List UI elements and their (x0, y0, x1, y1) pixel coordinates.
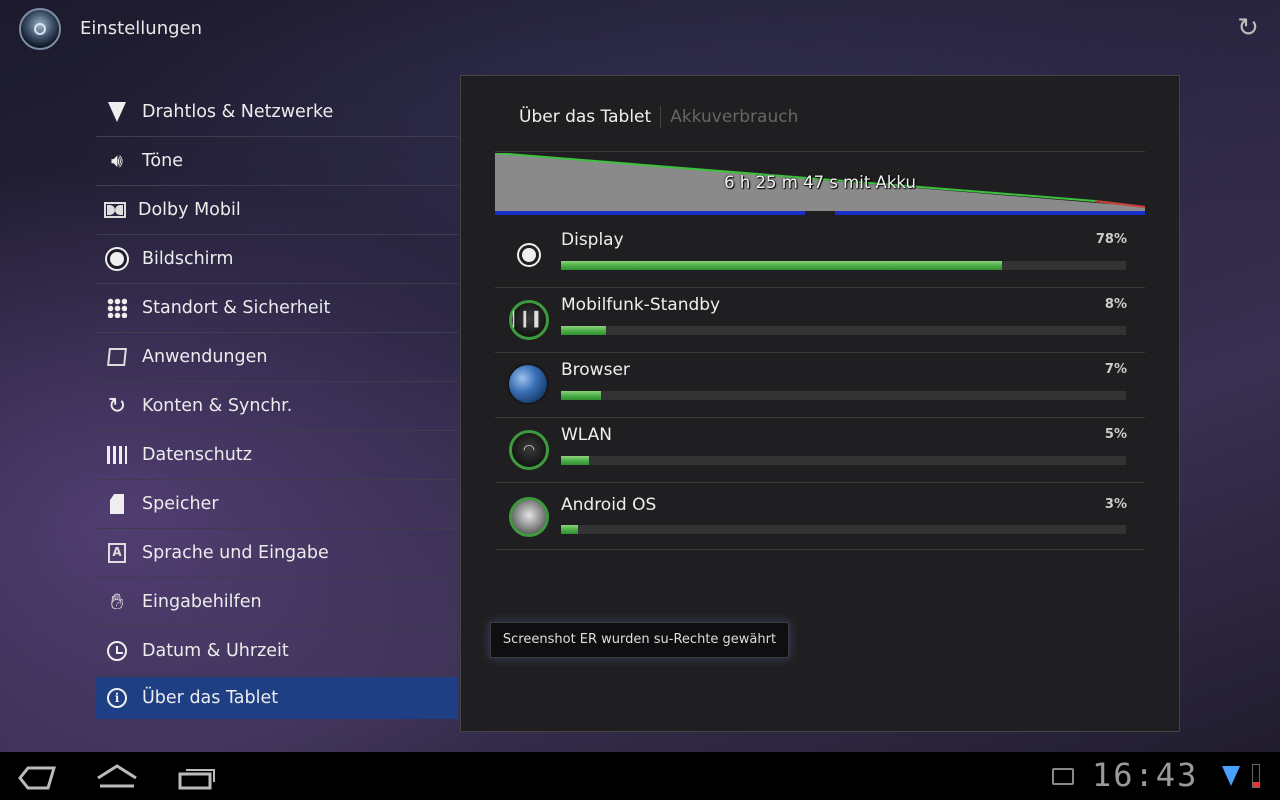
action-bar: Einstellungen ↻ (0, 0, 1280, 58)
usage-percent: 8% (1104, 297, 1127, 312)
usage-row-browser[interactable]: Browser 7% (495, 353, 1145, 418)
usage-label: Android OS (561, 495, 657, 515)
recent-apps-icon[interactable] (178, 766, 216, 790)
privacy-icon (106, 444, 128, 466)
usage-bar-track (561, 525, 1126, 534)
system-navigation-bar: 16:43 (0, 752, 1280, 800)
sidebar-item-label: Anwendungen (142, 347, 268, 367)
usage-label: Mobilfunk-Standby (561, 295, 721, 315)
app-title: Einstellungen (80, 18, 203, 39)
screen-on-bar (495, 211, 805, 215)
sd-card-icon (106, 493, 128, 515)
info-icon: i (106, 687, 128, 709)
usage-bar-track (561, 261, 1126, 270)
sidebar-item-wireless[interactable]: Drahtlos & Netzwerke (96, 88, 458, 137)
usage-row-display[interactable]: Display 78% (495, 223, 1145, 288)
screen-on-bar (835, 211, 1145, 215)
sidebar-item-applications[interactable]: Anwendungen (96, 333, 458, 382)
speaker-icon: 🔊︎ (111, 150, 123, 172)
usage-bar-track (561, 391, 1126, 400)
breadcrumb-divider (660, 106, 662, 128)
sidebar-item-sounds[interactable]: 🔊︎ Töne (96, 137, 458, 186)
signal-icon[interactable] (1222, 766, 1240, 786)
sidebar-item-date-time[interactable]: Datum & Uhrzeit (96, 627, 458, 676)
sidebar-item-location-security[interactable]: Standort & Sicherheit (96, 284, 458, 333)
usage-label: WLAN (561, 425, 613, 445)
location-security-icon (106, 297, 128, 319)
breadcrumb-page-title: Akkuverbrauch (670, 107, 799, 127)
dolby-icon (104, 199, 126, 221)
wireless-icon (106, 101, 128, 123)
sidebar-item-label: Standort & Sicherheit (142, 298, 331, 318)
android-os-icon (509, 497, 551, 539)
settings-sidebar: Drahtlos & Netzwerke 🔊︎ Töne Dolby Mobil… (96, 88, 458, 719)
sidebar-item-about-tablet[interactable]: i Über das Tablet (96, 677, 458, 719)
sidebar-item-label: Datum & Uhrzeit (142, 641, 289, 661)
sync-icon: ↻ (107, 393, 127, 419)
back-icon[interactable] (18, 766, 56, 790)
browser-globe-icon (509, 365, 551, 407)
sidebar-item-label: Töne (142, 151, 183, 171)
usage-bar-track (561, 456, 1126, 465)
breadcrumb: Über das Tablet Akkuverbrauch (519, 106, 798, 128)
wifi-icon: ◠ (509, 430, 551, 472)
toast-message: Screenshot ER wurden su-Rechte gewährt (490, 622, 789, 658)
applications-icon (106, 346, 128, 368)
usage-label: Browser (561, 360, 630, 380)
status-clock[interactable]: 16:43 (1092, 756, 1198, 794)
sidebar-item-label: Eingabehilfen (142, 592, 262, 612)
usage-bar-fill (561, 326, 607, 335)
sidebar-item-display[interactable]: Bildschirm (96, 235, 458, 284)
sidebar-item-storage[interactable]: Speicher (96, 480, 458, 529)
sidebar-item-label: Dolby Mobil (138, 200, 241, 220)
language-icon: A (106, 542, 128, 564)
brightness-icon (106, 248, 128, 270)
usage-percent: 5% (1104, 427, 1127, 442)
sidebar-item-label: Datenschutz (142, 445, 252, 465)
sync-icon[interactable]: ↻ (1234, 14, 1262, 42)
battery-history-graph[interactable]: 6 h 25 m 47 s mit Akku (494, 152, 1146, 215)
settings-app-icon[interactable] (19, 8, 61, 50)
sidebar-item-label: Über das Tablet (142, 688, 279, 708)
usage-percent: 78% (1095, 232, 1127, 247)
battery-icon[interactable] (1252, 764, 1260, 788)
usage-label: Display (561, 230, 624, 250)
usage-row-android-os[interactable]: Android OS 3% (495, 483, 1145, 550)
usage-bar-fill (561, 261, 1002, 270)
cell-standby-icon: ▏▎▍ (509, 300, 551, 342)
sidebar-item-privacy[interactable]: Datenschutz (96, 431, 458, 480)
header-divider (495, 151, 1145, 152)
sidebar-item-label: Konten & Synchr. (142, 396, 293, 416)
sidebar-item-dolby[interactable]: Dolby Mobil (96, 186, 458, 235)
sidebar-item-label: Speicher (142, 494, 219, 514)
clock-icon (106, 640, 128, 662)
breadcrumb-current[interactable]: Über das Tablet (519, 107, 651, 127)
usage-row-cell-standby[interactable]: ▏▎▍ Mobilfunk-Standby 8% (495, 288, 1145, 353)
usage-bar-fill (561, 525, 578, 534)
usage-row-wlan[interactable]: ◠ WLAN 5% (495, 418, 1145, 483)
sidebar-item-label: Drahtlos & Netzwerke (142, 102, 334, 122)
sidebar-item-accessibility[interactable]: ✋︎ Eingabehilfen (96, 578, 458, 627)
battery-time-label: 6 h 25 m 47 s mit Akku (724, 173, 916, 192)
display-brightness-icon (509, 235, 551, 277)
usage-bar-fill (561, 391, 601, 400)
sidebar-item-label: Sprache und Eingabe (142, 543, 329, 563)
usage-percent: 7% (1104, 362, 1127, 377)
sidebar-item-accounts-sync[interactable]: ↻ Konten & Synchr. (96, 382, 458, 431)
sidebar-item-language-input[interactable]: A Sprache und Eingabe (96, 529, 458, 578)
usage-bar-track (561, 326, 1126, 335)
screenshot-notification-icon[interactable] (1052, 768, 1074, 785)
usage-percent: 3% (1104, 497, 1127, 512)
accessibility-hand-icon: ✋︎ (110, 589, 124, 615)
home-icon[interactable] (96, 764, 138, 790)
usage-bar-fill (561, 456, 590, 465)
sidebar-item-label: Bildschirm (142, 249, 234, 269)
